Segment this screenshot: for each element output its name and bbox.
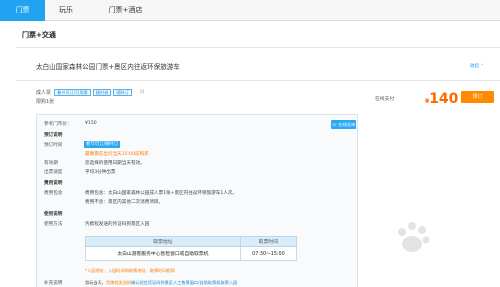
tab-tickets-hotel[interactable]: 门票+酒店 xyxy=(88,0,163,21)
table-cell: 07:30～15:00 xyxy=(239,246,298,261)
row-value: 费用包含：太白山国家森林公园成人票1张+景区内往返环保旅游车1人次。 xyxy=(85,191,238,196)
product-name[interactable]: 太白山国家森林公园门票+景区内往返环保旅游车 xyxy=(36,61,180,71)
row-value: 费用不含：景区内其他二次消费项目。 xyxy=(85,200,164,205)
tab-tickets[interactable]: 门票 xyxy=(0,0,45,21)
section-label: 费用说明 xyxy=(44,181,63,186)
chat-icon: ☏ xyxy=(331,122,338,127)
ticket-tag-extra: 闪 xyxy=(140,89,145,94)
divider xyxy=(16,47,500,48)
tab-activities[interactable]: 玩乐 xyxy=(46,0,86,21)
collapse-link[interactable]: 收起 ⌃ xyxy=(470,63,484,69)
ref-price: ¥150 xyxy=(85,121,97,126)
row-value: 最晚需在出行当天15:00前购买 xyxy=(85,152,149,157)
price-amount: 140 xyxy=(429,91,459,107)
ticket-tag: 随时退 xyxy=(92,89,112,96)
row-label: 补充说明 xyxy=(44,281,63,286)
ticket-tags: 春节可订/可用票 随时退 随时订 xyxy=(54,89,132,96)
online-chat-label: 在线咨询 xyxy=(338,122,356,127)
ticket-tag: 春节可订/可用票 xyxy=(54,89,91,96)
price: ¥140 xyxy=(425,88,458,107)
row-value: 凭携程发送的凭证码到景区入园 xyxy=(85,222,150,227)
book-button[interactable]: 预订 xyxy=(461,91,494,103)
row-label: 出票速度 xyxy=(44,170,63,175)
ticket-tag: 随时订 xyxy=(113,89,132,96)
section-label: 预订说明 xyxy=(44,133,63,138)
payment-label: 在线支付 xyxy=(375,97,395,102)
ref-price-label: 参考门市价： xyxy=(44,122,72,127)
divider xyxy=(16,80,500,81)
section-label: 使用说明 xyxy=(44,212,63,217)
row-label: 有效期 xyxy=(44,161,58,166)
table-header: 取票地址 xyxy=(85,236,241,247)
row-value: 游玩当天，凭携程发送的确认短信凭证码到景区人工售票窗口/自助取票机取票入园 xyxy=(85,280,237,286)
ticket-type-label: 成人票 xyxy=(36,90,52,96)
ticket-sub-label: 限购1张 xyxy=(36,99,55,105)
online-chat-button[interactable]: ☏ 在线咨询 xyxy=(331,120,356,129)
row-value: 平均3分钟出票 xyxy=(85,170,116,175)
bottom-text: 确认短信凭证码到景区人工售票窗口/自助取票机取票入园 xyxy=(131,280,238,285)
table-row: 太白山游客服务中心售检窗口或自助取票机 07:30～15:00 xyxy=(85,246,298,261)
tab-bar: 门票 玩乐 门票+酒店 xyxy=(0,0,500,21)
pickup-table: 取票地址 取票时间 太白山游客服务中心售检窗口或自助取票机 07:30～15:0… xyxy=(85,236,298,261)
pickup-note: *入园地址、入园时间和取票地址、取票时间相同 xyxy=(85,268,176,273)
watermark-logo xyxy=(398,222,430,252)
row-label: 费用包含 xyxy=(44,191,63,196)
section-title: 门票+交通 xyxy=(22,31,56,39)
row-label: 使用方法 xyxy=(44,222,63,227)
booking-time-highlight: 春节可订/随时订 xyxy=(84,141,121,148)
bottom-text: 游玩当天， xyxy=(85,280,106,285)
row-value: 您选择的使用日期当天有效。 xyxy=(85,161,145,166)
table-cell: 太白山游客服务中心售检窗口或自助取票机 xyxy=(85,246,241,261)
table-header: 取票时间 xyxy=(239,236,298,247)
bottom-text: 凭携程发送的 xyxy=(105,280,132,285)
row-label: 预订时间 xyxy=(44,143,63,148)
